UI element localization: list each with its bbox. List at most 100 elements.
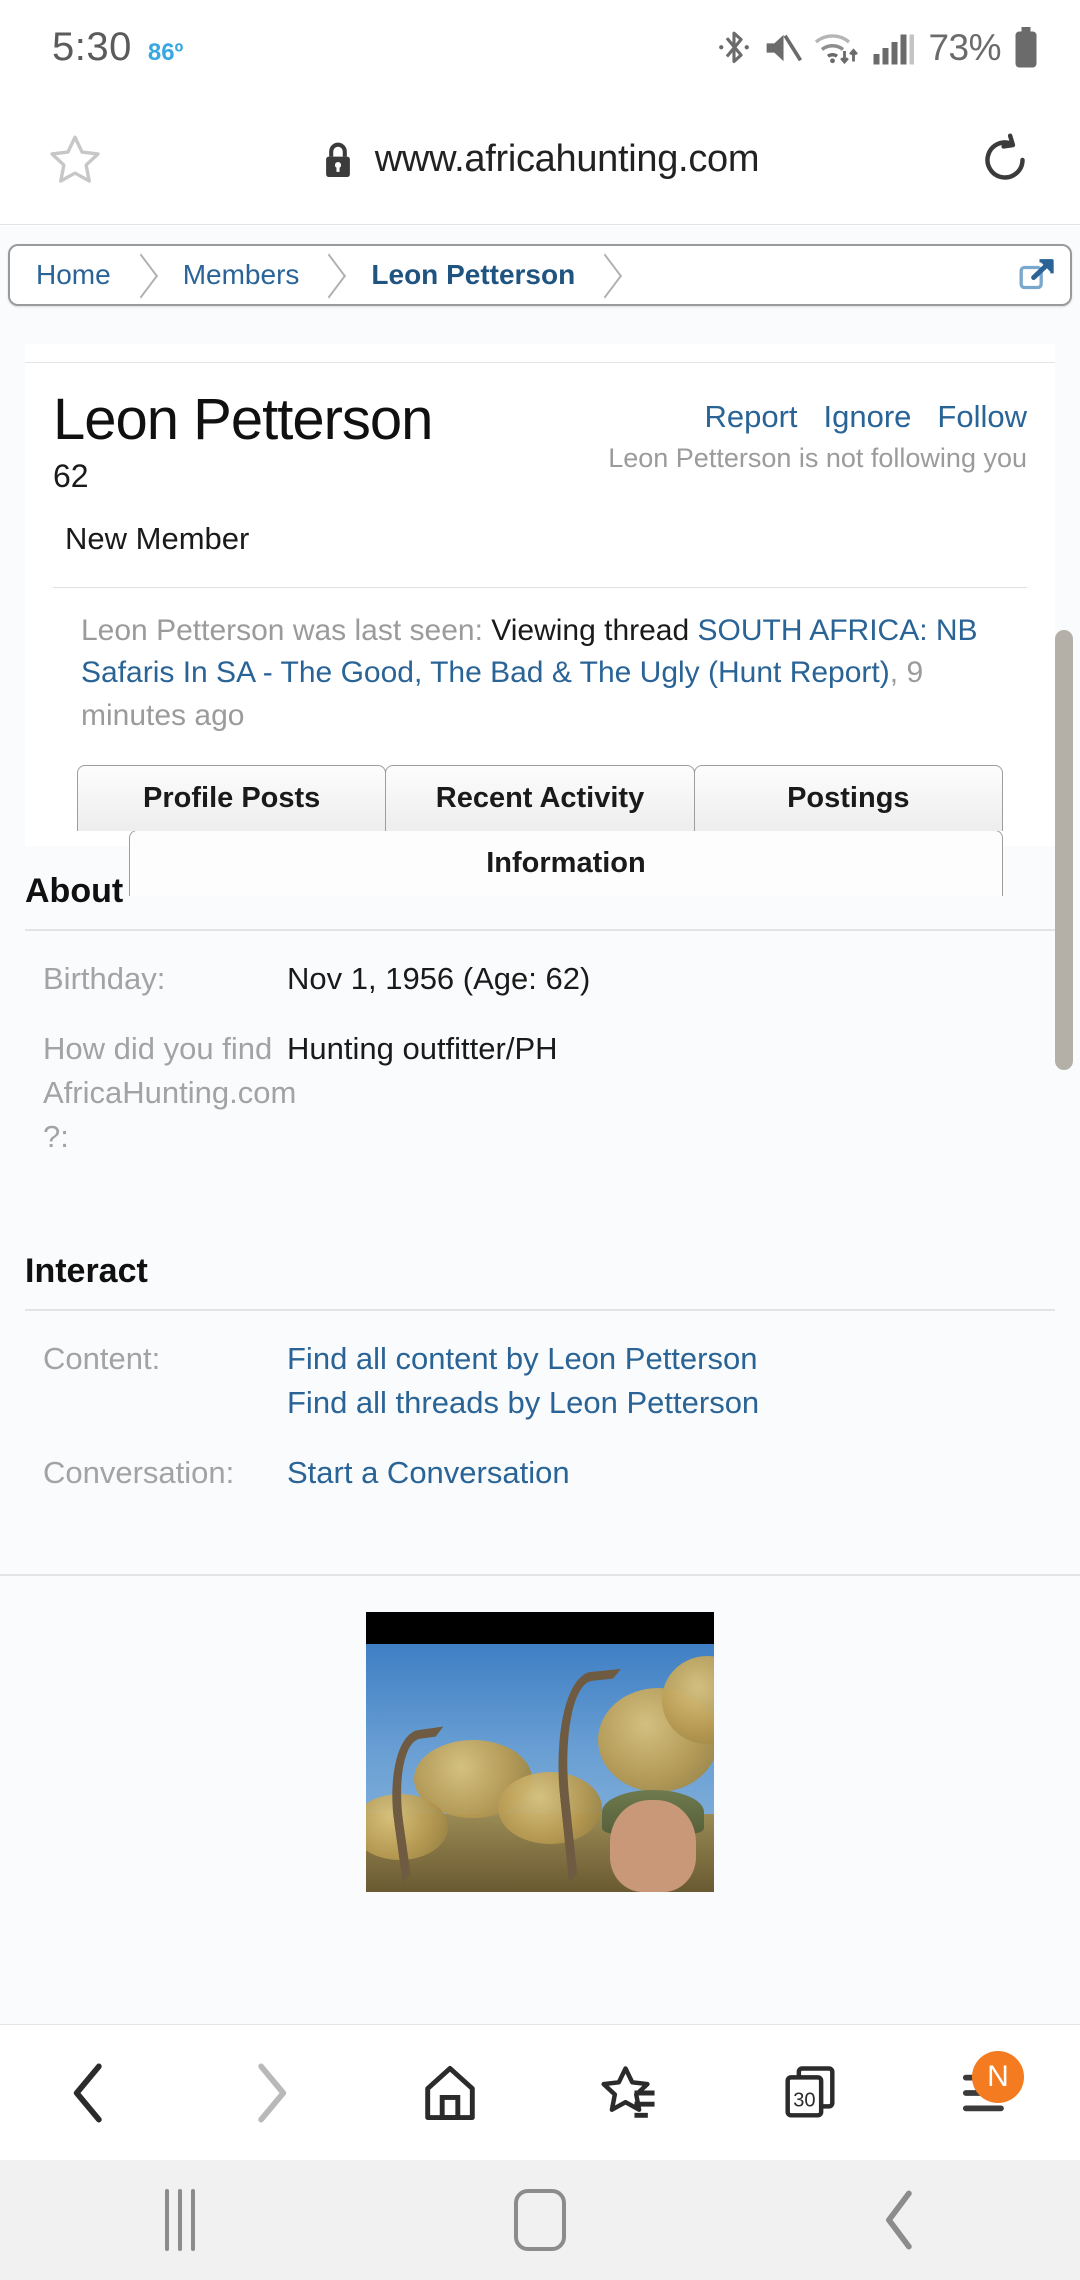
about-value-how-found: Hunting outfitter/PH (287, 1031, 558, 1067)
reload-button[interactable] (930, 132, 1080, 188)
interact-section: Interact Content: Find all content by Le… (0, 1226, 1080, 1528)
clock: 5:30 (52, 25, 132, 69)
svg-text:30: 30 (793, 2089, 815, 2111)
back-icon (886, 2190, 912, 2250)
android-system-nav (0, 2160, 1080, 2280)
bookmark-star-button[interactable] (0, 131, 150, 189)
tabs-icon: 30 (785, 2065, 835, 2118)
interact-row-content: Content: Find all content by Leon Petter… (25, 1337, 1055, 1431)
hunting-photo[interactable] (366, 1612, 714, 1892)
photo-section (0, 1574, 1080, 1892)
cellular-signal-icon (873, 34, 915, 64)
find-all-threads-link[interactable]: Find all threads by Leon Petterson (287, 1381, 1055, 1425)
home-icon (514, 2189, 566, 2251)
interact-title: Interact (25, 1252, 148, 1290)
breadcrumb-separator-icon (125, 246, 157, 304)
profile-rank-badge: New Member (65, 520, 250, 556)
reload-icon (985, 133, 1025, 180)
temperature: 86º (147, 39, 184, 66)
about-value-birthday: Nov 1, 1956 (Age: 62) (287, 961, 591, 996)
chevron-right-icon (258, 2063, 287, 2122)
url-display[interactable]: www.africahunting.com (150, 138, 930, 181)
photo-letterbox (366, 1612, 714, 1644)
android-recents-button[interactable] (0, 2189, 360, 2251)
interact-fields: Content: Find all content by Leon Petter… (25, 1311, 1055, 1527)
recents-icon (165, 2189, 195, 2251)
battery-percent: 73% (928, 26, 1001, 68)
find-all-content-link[interactable]: Find all content by Leon Petterson (287, 1337, 1055, 1381)
interact-value-content: Find all content by Leon Petterson Find … (287, 1337, 1055, 1425)
android-back-button[interactable] (720, 2189, 1080, 2251)
about-row-how-found: How did you find AfricaHunting.com ?: Hu… (25, 1027, 1055, 1165)
profile-tabs-row-2: Information (53, 830, 1027, 897)
about-section: About Birthday: Nov 1, 1956 (Age: 62) Ho… (0, 846, 1080, 1192)
follow-link[interactable]: Follow (937, 399, 1027, 435)
breadcrumb-spacer (621, 246, 1004, 304)
breadcrumb-separator-icon (313, 246, 345, 304)
page-scrollbar[interactable] (1055, 630, 1073, 1070)
profile-identity: Leon Petterson 62 (53, 388, 433, 495)
back-button[interactable] (0, 2025, 180, 2161)
last-seen-activity: Viewing thread (491, 613, 690, 647)
browser-url-bar[interactable]: www.africahunting.com (0, 95, 1080, 225)
status-bar-left: 5:30 86º (52, 25, 183, 70)
status-bar-right: 73% (717, 26, 1040, 69)
report-link[interactable]: Report (704, 399, 797, 435)
volume-muted-icon (767, 34, 803, 61)
page-content: Leon Petterson 62 Report Ignore Follow L… (25, 344, 1055, 901)
tab-profile-posts[interactable]: Profile Posts (77, 765, 387, 832)
chevron-left-icon (73, 2063, 102, 2122)
photo-hunter-head (610, 1800, 696, 1892)
last-seen-container: Leon Petterson was last seen: Viewing th… (53, 586, 1027, 738)
secure-lock-icon (325, 142, 350, 177)
breadcrumb-item-home[interactable]: Home (10, 246, 125, 304)
interact-value-conversation: Start a Conversation (287, 1451, 1055, 1495)
android-home-button[interactable] (360, 2189, 720, 2251)
breadcrumb-separator-icon (589, 246, 621, 304)
breadcrumb: Home Members Leon Petterson (8, 244, 1072, 306)
breadcrumb-container: Home Members Leon Petterson (0, 226, 1080, 306)
bookmarks-button[interactable] (540, 2025, 720, 2161)
breadcrumb-item-current[interactable]: Leon Petterson (345, 246, 589, 304)
profile-tabs: Profile Posts Recent Activity Postings I… (53, 737, 1027, 900)
last-seen-text: Leon Petterson was last seen: Viewing th… (81, 610, 999, 738)
url-text: www.africahunting.com (374, 138, 760, 180)
wifi-icon (815, 33, 859, 64)
about-key-how-found: How did you find AfricaHunting.com ?: (43, 1031, 297, 1155)
start-conversation-link[interactable]: Start a Conversation (287, 1451, 1055, 1495)
last-seen-prefix: Leon Petterson was last seen: (81, 613, 483, 647)
profile-header-top: Leon Petterson 62 Report Ignore Follow L… (53, 388, 1027, 495)
about-key-birthday: Birthday: (43, 961, 166, 996)
bookmarks-star-icon (601, 2065, 655, 2118)
about-row-birthday: Birthday: Nov 1, 1956 (Age: 62) (25, 957, 1055, 1007)
interact-key-conversation: Conversation: (43, 1455, 235, 1491)
profile-header-card: Leon Petterson 62 Report Ignore Follow L… (25, 362, 1055, 901)
battery-icon (1015, 26, 1037, 67)
status-bar: 5:30 86º 73% (0, 0, 1080, 95)
about-fields: Birthday: Nov 1, 1956 (Age: 62) How did … (25, 931, 1055, 1191)
browser-bottom-nav: 30 N (0, 2024, 1080, 2160)
tabs-button[interactable]: 30 (720, 2025, 900, 2161)
breadcrumb-item-members[interactable]: Members (157, 246, 314, 304)
bluetooth-icon (719, 31, 750, 63)
menu-notification-badge: N (972, 2050, 1024, 2103)
tab-information[interactable]: Information (129, 830, 1003, 897)
ignore-link[interactable]: Ignore (824, 399, 912, 435)
follow-status-note: Leon Petterson is not following you (608, 443, 1027, 473)
external-link-icon (1019, 259, 1054, 290)
tab-recent-activity[interactable]: Recent Activity (385, 765, 695, 832)
menu-button[interactable]: N (900, 2025, 1080, 2161)
interact-key-content: Content: (43, 1341, 161, 1376)
web-page-viewport[interactable]: Home Members Leon Petterson Leon Petters… (0, 226, 1080, 2024)
interact-row-conversation: Conversation: Start a Conversation (25, 1451, 1055, 1501)
profile-action-links: Report Ignore Follow (608, 399, 1027, 435)
profile-tabs-row-1: Profile Posts Recent Activity Postings (53, 765, 1027, 832)
home-button[interactable] (360, 2025, 540, 2161)
last-seen-comma: , (889, 656, 899, 690)
tab-postings[interactable]: Postings (693, 765, 1003, 832)
breadcrumb-external-link-button[interactable] (1004, 246, 1070, 304)
profile-age: 62 (53, 457, 89, 494)
forward-button[interactable] (180, 2025, 360, 2161)
